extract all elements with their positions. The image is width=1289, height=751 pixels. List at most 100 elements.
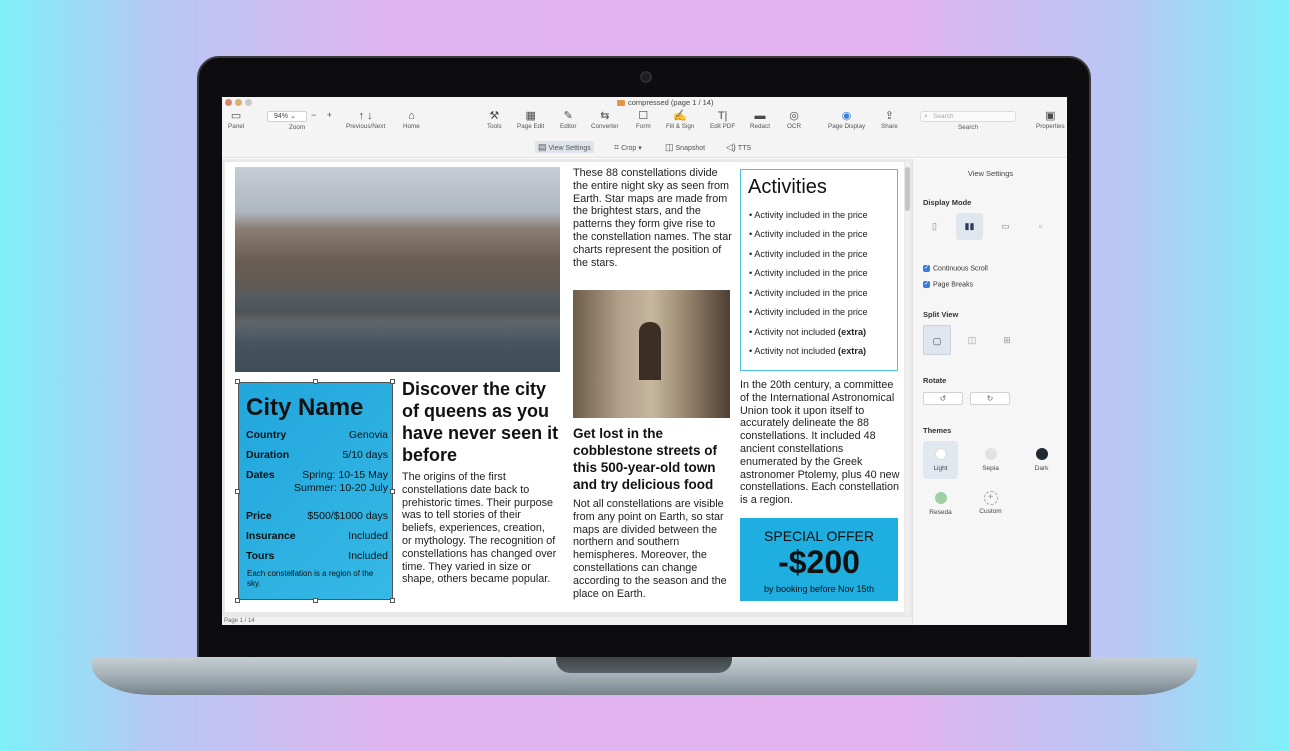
sepia-theme-swatch (984, 448, 997, 460)
toolbox-icon: ⚒ (489, 110, 500, 122)
panel-button[interactable]: ▭ Panel (228, 110, 244, 130)
activities-title: Activities (748, 176, 827, 198)
row-value: Included (348, 550, 388, 562)
view-settings-button[interactable]: ▤ View Settings (535, 141, 594, 153)
scrollbar-thumb[interactable] (905, 167, 910, 211)
theme-reseda-button[interactable]: Reseda (923, 485, 958, 523)
rotate-left-icon: ↺ (939, 394, 947, 403)
resize-handle[interactable] (390, 489, 395, 494)
ocr-button[interactable]: ◎ OCR (787, 110, 801, 130)
tts-button[interactable]: ◁) TTS (723, 141, 754, 153)
search-icon: ⌕ (924, 113, 928, 120)
view-settings-panel: View Settings Display Mode ▯ ▮▮ ▭ ▫ ✓ Con… (912, 159, 1067, 625)
row-value: Spring: 10-15 May Summer: 10-20 July (294, 469, 388, 494)
theme-light-button[interactable]: Light (923, 441, 958, 479)
fullscreen-window-button[interactable] (245, 99, 252, 106)
close-window-button[interactable] (225, 99, 232, 106)
theme-label: Sepia (982, 465, 999, 472)
arrow-up-down-icon: ↑ ↓ (358, 110, 373, 122)
grid-icon: ▦ (525, 110, 536, 122)
single-page-icon: ▯ (932, 221, 937, 231)
extra-label: (extra) (838, 327, 867, 337)
book-mode-button[interactable]: ▭ (992, 213, 1019, 240)
resize-handle[interactable] (235, 379, 240, 384)
zoom-label-text: Zoom (289, 124, 306, 131)
special-offer-amount: -$200 (778, 544, 860, 580)
resize-handle[interactable] (235, 598, 240, 603)
book-mode-icon: ▭ (1001, 221, 1010, 231)
two-page-icon: ▮▮ (964, 221, 975, 231)
vertical-split-button[interactable]: ◫ (958, 325, 986, 355)
minimize-window-button[interactable] (235, 99, 242, 106)
row-value: Genovia (348, 429, 388, 441)
single-page-mode-button[interactable]: ▯ (921, 213, 948, 240)
continuous-scroll-checkbox[interactable]: ✓ Continuous Scroll (923, 265, 988, 272)
resize-handle[interactable] (235, 489, 240, 494)
activity-item: • Activity included in the price (749, 288, 868, 298)
bridge-photo-detail (235, 292, 560, 342)
vertical-split-icon: ◫ (967, 335, 977, 345)
page-edit-button[interactable]: ▦ Page Edit (517, 110, 544, 130)
converter-label: Converter (591, 123, 619, 130)
activities-box: Activities • Activity included in the pr… (740, 169, 898, 371)
fill-sign-button[interactable]: ✍ Fill & Sign (666, 110, 694, 130)
theme-dark-button[interactable]: Dark (1024, 441, 1059, 479)
two-page-mode-button[interactable]: ▮▮ (956, 213, 983, 240)
camera-icon: ◫ (665, 142, 674, 152)
search-placeholder: Search (933, 113, 954, 120)
laptop-notch (556, 657, 732, 673)
editor-button[interactable]: ✎ Editor (560, 110, 576, 130)
panel-icon: ▭ (230, 110, 242, 122)
row-key: Insurance (246, 530, 296, 542)
page-breaks-checkbox[interactable]: ✓ Page Breaks (923, 281, 973, 288)
no-split-button[interactable]: ▢ (923, 325, 951, 355)
edit-pdf-button[interactable]: T| Edit PDF (710, 110, 735, 130)
snapshot-button[interactable]: ◫ Snapshot (662, 141, 708, 153)
properties-button[interactable]: ▣ Properties (1036, 110, 1065, 130)
rotate-right-button[interactable]: ↻ (970, 392, 1010, 405)
tools-button[interactable]: ⚒ Tools (487, 110, 502, 130)
zoom-value: 94% (274, 113, 289, 120)
share-icon: ⇪ (884, 110, 895, 122)
city-info-card[interactable]: City Name Country Genovia Duration 5/10 da… (238, 382, 393, 600)
convert-icon: ⇆ (600, 110, 610, 122)
pdf-page[interactable]: City Name Country Genovia Duration 5/10 da… (225, 162, 904, 612)
home-button[interactable]: ⌂ Home (403, 110, 420, 130)
vertical-scrollbar[interactable] (905, 161, 910, 615)
search-input[interactable]: ⌕ Search (920, 111, 1016, 122)
ocr-label: OCR (787, 123, 801, 130)
share-button[interactable]: ⇪ Share (881, 110, 898, 130)
document-viewport[interactable]: City Name Country Genovia Duration 5/10 da… (222, 159, 912, 617)
grid-mode-button[interactable]: ▫ (1027, 213, 1054, 240)
resize-handle[interactable] (313, 379, 318, 384)
resize-handle[interactable] (313, 598, 318, 603)
edit-pdf-label: Edit PDF (710, 123, 736, 130)
document-title: compressed (page 1 / 14) (617, 98, 713, 107)
horizontal-split-button[interactable]: ⊞ (993, 325, 1021, 355)
form-button[interactable]: ☐ Form (636, 110, 651, 130)
constellations-text: These 88 constellations divide the entir… (573, 167, 732, 269)
previous-next-button[interactable]: ↑ ↓ Previous/Next (346, 110, 385, 130)
resize-handle[interactable] (390, 598, 395, 603)
theme-sepia-button[interactable]: Sepia (973, 441, 1008, 479)
resize-handle[interactable] (390, 379, 395, 384)
redact-button[interactable]: ▬ Redact (750, 110, 770, 130)
title-bar: compressed (page 1 / 14) (222, 97, 1067, 108)
speaker-icon: ◁) (726, 142, 736, 152)
main-toolbar: ▭ Panel 94% ⌄ − + Zoom ↑ ↓ Previous/Next ⌂… (222, 108, 1067, 136)
special-offer-box: SPECIAL OFFER -$200 by booking before No… (740, 518, 898, 601)
panel-label: Panel (228, 123, 245, 130)
row-key: Tours (246, 550, 275, 562)
converter-button[interactable]: ⇆ Converter (591, 110, 619, 130)
zoom-select[interactable]: 94% ⌄ (267, 111, 307, 122)
crop-button[interactable]: ⌗ Crop ▾ (611, 141, 645, 153)
theme-label: Dark (1034, 465, 1049, 472)
redact-icon: ▬ (754, 110, 766, 122)
webcam-icon (640, 71, 652, 83)
status-bar: Page 1 / 14 (222, 617, 912, 625)
rotate-left-button[interactable]: ↺ (923, 392, 963, 405)
theme-custom-button[interactable]: + Custom (973, 485, 1008, 523)
zoom-stepper[interactable]: − + (311, 110, 336, 120)
page-display-button[interactable]: ◉ Page Display (828, 110, 865, 130)
chevron-down-icon: ⌄ (289, 113, 296, 120)
